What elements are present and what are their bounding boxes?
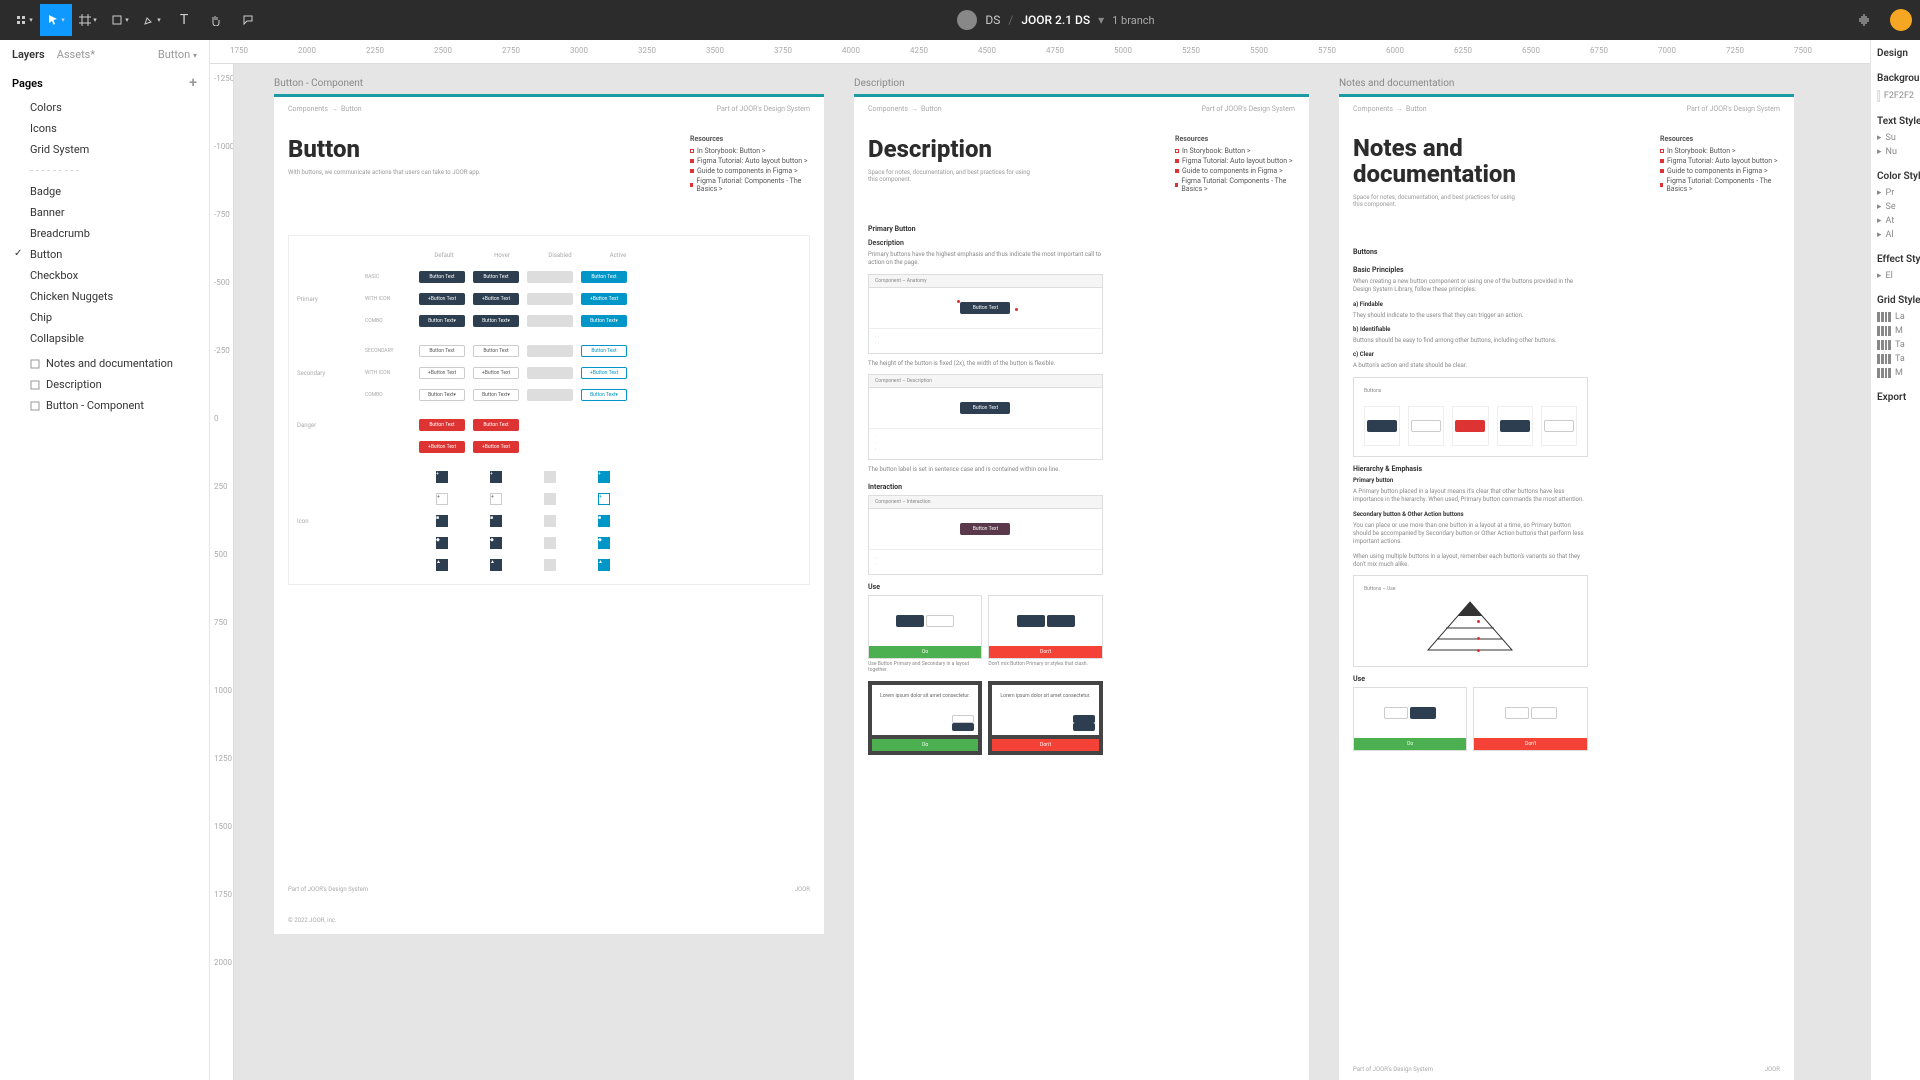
layer-item[interactable]: Button - Component xyxy=(0,395,209,416)
canvas[interactable]: 1750200022502500275030003250350037504000… xyxy=(210,40,1870,1080)
text-tool-button[interactable]: T xyxy=(168,4,200,36)
frame-label[interactable]: Button - Component xyxy=(274,78,363,89)
hand-tool-button[interactable] xyxy=(200,4,232,36)
layer-item[interactable]: Description xyxy=(0,374,209,395)
page-item[interactable]: Grid System xyxy=(0,139,209,160)
add-page-button[interactable]: + xyxy=(189,75,197,91)
layers-tab[interactable]: Layers xyxy=(12,48,45,61)
comment-tool-button[interactable] xyxy=(232,4,264,36)
ruler-vertical: -1250-1000-750-500-250025050075010001250… xyxy=(210,64,234,1080)
frame-label[interactable]: Notes and documentation xyxy=(1339,78,1454,89)
bg-color[interactable]: F2F2F2 xyxy=(1877,90,1914,102)
move-tool-button[interactable]: ▾ xyxy=(40,4,72,36)
design-tab[interactable]: Design xyxy=(1877,48,1914,59)
page-item[interactable]: - - - - - - - - - xyxy=(0,160,209,181)
file-name[interactable]: JOOR 2.1 DS xyxy=(1021,13,1090,27)
layer-item[interactable]: Notes and documentation xyxy=(0,353,209,374)
assets-tab[interactable]: Assets* xyxy=(57,48,95,61)
shape-tool-button[interactable]: ▾ xyxy=(104,4,136,36)
frame-tool-button[interactable]: ▾ xyxy=(72,4,104,36)
main-toolbar: ▾ ▾ ▾ ▾ ▾ T DS / JOOR 2.1 DS ▾ 1 branch xyxy=(0,0,1920,40)
pen-tool-button[interactable]: ▾ xyxy=(136,4,168,36)
project-name[interactable]: DS xyxy=(985,13,1000,27)
frame-button-component[interactable]: Button - Component Components→Button Par… xyxy=(274,94,824,934)
audio-icon[interactable] xyxy=(1848,4,1880,36)
page-item[interactable]: Chip xyxy=(0,307,209,328)
frame-notes[interactable]: Notes and documentation Components→Butto… xyxy=(1339,94,1794,1080)
page-item[interactable]: Banner xyxy=(0,202,209,223)
frame-label[interactable]: Description xyxy=(854,78,905,89)
page-item[interactable]: Badge xyxy=(0,181,209,202)
frame-description[interactable]: Description Components→Button Part of JO… xyxy=(854,94,1309,1080)
user-avatar[interactable] xyxy=(1890,9,1912,31)
pages-header: Pages xyxy=(12,77,43,90)
team-avatar[interactable] xyxy=(957,10,977,30)
page-item[interactable]: Collapsible xyxy=(0,328,209,349)
page-item[interactable]: Checkbox xyxy=(0,265,209,286)
page-item-current[interactable]: Button xyxy=(0,244,209,265)
page-item[interactable]: Icons xyxy=(0,118,209,139)
pages-list: Colors Icons Grid System - - - - - - - -… xyxy=(0,97,209,349)
page-selector[interactable]: Button ▾ xyxy=(158,48,197,61)
export-section[interactable]: Export xyxy=(1877,392,1914,403)
figma-menu-button[interactable]: ▾ xyxy=(8,4,40,36)
page-item[interactable]: Chicken Nuggets xyxy=(0,286,209,307)
page-item[interactable]: Colors xyxy=(0,97,209,118)
frame-title: Button xyxy=(288,135,660,163)
right-panel: Design Background F2F2F2 Text Styles ▸ S… xyxy=(1870,40,1920,1080)
branch-label[interactable]: 1 branch xyxy=(1112,14,1154,27)
page-item[interactable]: Breadcrumb xyxy=(0,223,209,244)
ruler-horizontal: 1750200022502500275030003250350037504000… xyxy=(210,40,1870,64)
left-panel: Layers Assets* Button ▾ Pages + Colors I… xyxy=(0,40,210,1080)
